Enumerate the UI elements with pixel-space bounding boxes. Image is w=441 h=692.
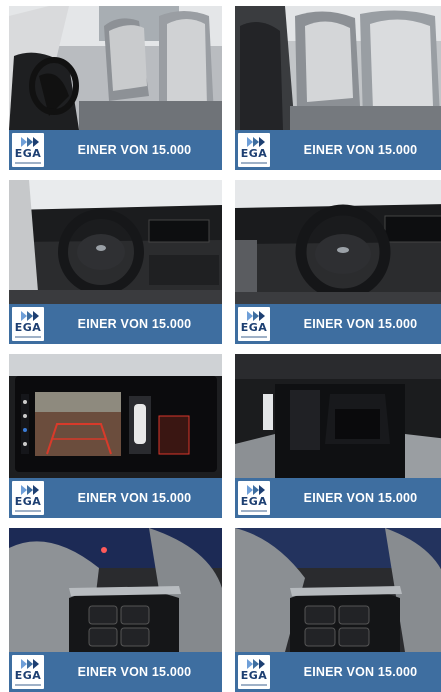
promo-banner: EGA EINER VON 15.000 (235, 130, 441, 170)
ega-arrow-icon (247, 311, 265, 321)
banner-text: EINER VON 15.000 (77, 491, 192, 505)
banner-text: EINER VON 15.000 (303, 317, 418, 331)
gallery-tile-7[interactable]: EGA EINER VON 15.000 (9, 528, 222, 692)
gallery-tile-2[interactable]: EGA EINER VON 15.000 (235, 6, 441, 170)
ega-logo-text: EGA (14, 147, 42, 160)
ega-logo: EGA (12, 481, 44, 515)
ega-logo-subline (241, 336, 267, 338)
ega-arrow-icon (21, 659, 39, 669)
ega-logo-subline (15, 162, 41, 164)
promo-banner: EGA EINER VON 15.000 (235, 652, 441, 692)
ega-logo: EGA (238, 133, 270, 167)
ega-logo-text: EGA (14, 495, 42, 508)
promo-banner: EGA EINER VON 15.000 (9, 652, 222, 692)
photo-steering-wheel-dashboard (9, 180, 222, 304)
gallery-tile-8[interactable]: EGA EINER VON 15.000 (235, 528, 441, 692)
promo-banner: EGA EINER VON 15.000 (9, 130, 222, 170)
banner-text: EINER VON 15.000 (303, 143, 418, 157)
promo-banner: EGA EINER VON 15.000 (235, 478, 441, 518)
promo-banner: EGA EINER VON 15.000 (9, 304, 222, 344)
photo-steering-wheel-controls (9, 528, 222, 652)
ega-logo-subline (241, 162, 267, 164)
promo-banner: EGA EINER VON 15.000 (9, 478, 222, 518)
photo-center-console (235, 354, 441, 478)
ega-logo-text: EGA (240, 147, 268, 160)
ega-logo: EGA (238, 481, 270, 515)
banner-text: EINER VON 15.000 (77, 665, 192, 679)
ega-logo-subline (241, 510, 267, 512)
ega-logo-text: EGA (240, 495, 268, 508)
ega-logo: EGA (12, 133, 44, 167)
ega-logo: EGA (238, 307, 270, 341)
ega-logo-text: EGA (240, 321, 268, 334)
ega-logo-text: EGA (14, 321, 42, 334)
ega-logo: EGA (238, 655, 270, 689)
gallery-tile-6[interactable]: EGA EINER VON 15.000 (235, 354, 441, 518)
ega-logo-subline (15, 684, 41, 686)
gallery-tile-5[interactable]: EGA EINER VON 15.000 (9, 354, 222, 518)
photo-steering-wheel-controls (235, 528, 441, 652)
banner-text: EINER VON 15.000 (77, 317, 192, 331)
ega-logo-subline (15, 336, 41, 338)
photo-steering-wheel-dashboard (235, 180, 441, 304)
ega-logo-subline (241, 684, 267, 686)
ega-logo-subline (15, 510, 41, 512)
ega-logo: EGA (12, 307, 44, 341)
photo-infotainment-camera (9, 354, 222, 478)
ega-arrow-icon (21, 311, 39, 321)
banner-text: EINER VON 15.000 (303, 665, 418, 679)
ega-arrow-icon (247, 485, 265, 495)
gallery-tile-3[interactable]: EGA EINER VON 15.000 (9, 180, 222, 344)
promo-banner: EGA EINER VON 15.000 (235, 304, 441, 344)
ega-logo-text: EGA (240, 669, 268, 682)
gallery-tile-1[interactable]: EGA EINER VON 15.000 (9, 6, 222, 170)
photo-front-seats (9, 6, 222, 130)
ega-arrow-icon (247, 137, 265, 147)
banner-text: EINER VON 15.000 (77, 143, 192, 157)
ega-arrow-icon (21, 137, 39, 147)
ega-logo-text: EGA (14, 669, 42, 682)
banner-text: EINER VON 15.000 (303, 491, 418, 505)
photo-passenger-seats (235, 6, 441, 130)
gallery-tile-4[interactable]: EGA EINER VON 15.000 (235, 180, 441, 344)
ega-arrow-icon (247, 659, 265, 669)
ega-arrow-icon (21, 485, 39, 495)
ega-logo: EGA (12, 655, 44, 689)
